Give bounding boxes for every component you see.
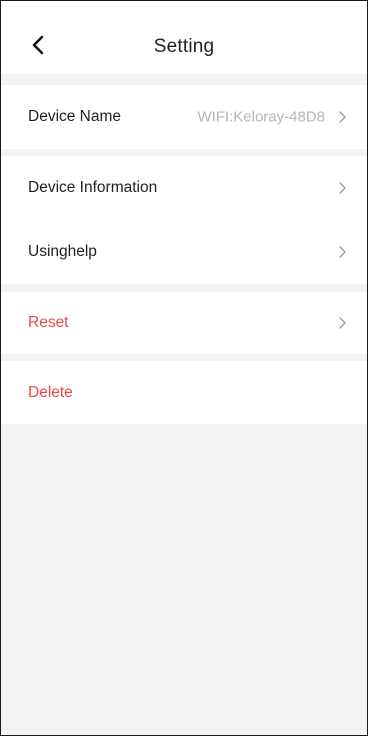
info-section: Device Information Usinghelp (1, 156, 367, 284)
delete-label: Delete (28, 383, 73, 401)
delete-row[interactable]: Delete (1, 361, 367, 424)
device-information-label: Device Information (28, 179, 158, 196)
top-bar: Setting (1, 1, 367, 74)
settings-screen: Setting Device Name WIFI:Keloray-48D8 De… (0, 0, 368, 736)
chevron-right-icon (339, 317, 346, 329)
chevron-right-icon (339, 111, 346, 123)
device-information-row[interactable]: Device Information (1, 156, 367, 220)
reset-label: Reset (28, 314, 69, 331)
using-help-label: Usinghelp (28, 243, 97, 260)
device-name-label: Device Name (28, 108, 122, 125)
chevron-right-icon (339, 246, 346, 258)
device-name-value: WIFI:Keloray-48D8 (197, 108, 325, 126)
device-name-section: Device Name WIFI:Keloray-48D8 (1, 85, 367, 149)
using-help-row[interactable]: Usinghelp (1, 220, 367, 284)
chevron-right-icon (339, 182, 346, 194)
device-name-row[interactable]: Device Name WIFI:Keloray-48D8 (1, 85, 367, 149)
reset-section: Reset (1, 292, 367, 354)
page-title: Setting (153, 36, 215, 57)
delete-section: Delete (1, 361, 367, 424)
reset-row[interactable]: Reset (1, 292, 367, 354)
